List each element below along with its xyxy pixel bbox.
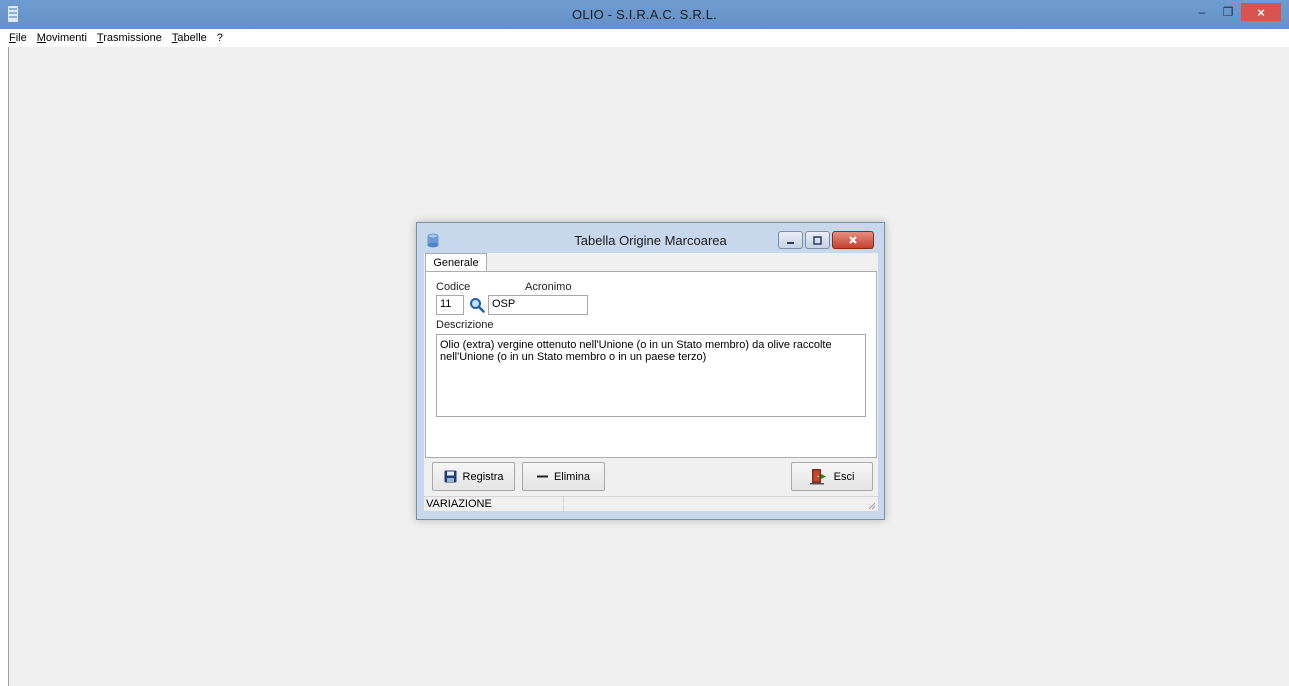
descrizione-label: Descrizione: [436, 319, 494, 331]
codice-input[interactable]: 11: [436, 295, 464, 315]
elimina-button[interactable]: Elimina: [522, 462, 605, 491]
menubar: File Movimenti Trasmissione Tabelle ?: [0, 29, 1289, 47]
restore-button[interactable]: ❐: [1215, 3, 1241, 21]
tabella-origine-dialog: Tabella Origine Marcoarea Generale Codic…: [416, 222, 885, 520]
menu-help[interactable]: ?: [212, 32, 228, 44]
restore-icon: ❐: [1222, 5, 1234, 19]
codice-label: Codice: [436, 281, 471, 293]
minimize-button[interactable]: –: [1189, 3, 1215, 21]
menu-movimenti[interactable]: Movimenti: [32, 32, 92, 44]
registra-label: Registra: [462, 470, 504, 483]
esci-button[interactable]: Esci: [791, 462, 873, 491]
acronimo-label: Acronimo: [525, 281, 572, 293]
app-titlebar[interactable]: OLIO - S.I.R.A.C. S.R.L. – ❐ ×: [0, 0, 1289, 29]
acronimo-input[interactable]: OSP: [488, 295, 588, 315]
esci-label: Esci: [833, 470, 855, 483]
descrizione-textarea[interactable]: Olio (extra) vergine ottenuto nell'Union…: [436, 334, 866, 417]
menu-tabelle[interactable]: Tabelle: [167, 32, 212, 44]
dialog-minimize-button[interactable]: [778, 231, 803, 249]
dialog-body: Generale Codice Acronimo 11 OSP Descrizi…: [424, 253, 878, 512]
tab-generale[interactable]: Generale: [425, 253, 487, 272]
minimize-icon: –: [1198, 5, 1206, 19]
dialog-titlebar[interactable]: Tabella Origine Marcoarea: [417, 223, 884, 253]
app-window: OLIO - S.I.R.A.C. S.R.L. – ❐ × File Movi…: [0, 0, 1289, 686]
elimina-label: Elimina: [553, 470, 591, 483]
menu-file[interactable]: File: [4, 32, 32, 44]
registra-button[interactable]: Registra: [432, 462, 515, 491]
dialog-window-controls: [778, 231, 874, 249]
app-window-controls: – ❐ ×: [1189, 3, 1281, 23]
minus-icon: [536, 475, 548, 478]
tab-page-generale: Codice Acronimo 11 OSP Descrizione Olio …: [425, 271, 877, 458]
dialog-maximize-button[interactable]: [805, 231, 830, 249]
exit-door-icon: [809, 469, 826, 485]
magnifier-icon: [469, 297, 485, 313]
app-title: OLIO - S.I.R.A.C. S.R.L.: [572, 7, 717, 22]
close-button[interactable]: ×: [1241, 3, 1281, 21]
statusbar: VARIAZIONE: [424, 496, 878, 512]
floppy-disk-icon: [444, 470, 457, 483]
close-icon: [849, 236, 857, 244]
close-icon: ×: [1257, 4, 1265, 20]
status-text: VARIAZIONE: [424, 497, 564, 512]
minimize-icon: [787, 241, 794, 244]
resize-grip-icon[interactable]: [868, 502, 876, 510]
codice-lookup-button[interactable]: [468, 296, 485, 313]
dialog-close-button[interactable]: [832, 231, 874, 249]
menu-trasmissione[interactable]: Trasmissione: [92, 32, 167, 44]
maximize-icon: [813, 235, 822, 245]
